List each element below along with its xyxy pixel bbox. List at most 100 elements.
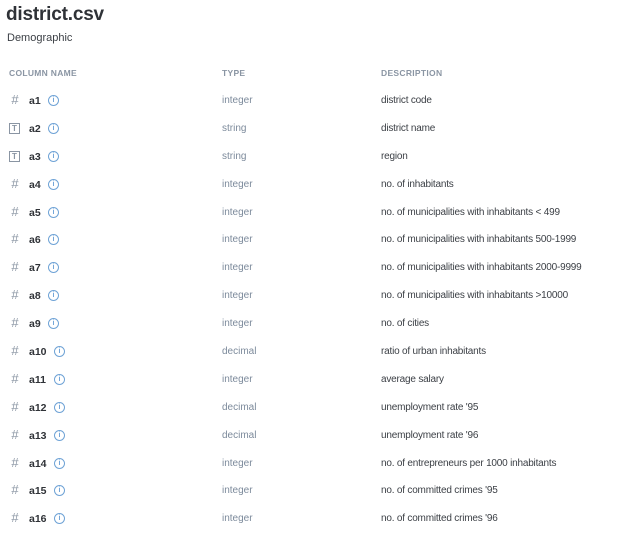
table-row: # a13 i decimal unemployment rate '96 [0,421,624,449]
column-description: no. of committed crimes '96 [381,513,498,525]
info-icon[interactable]: i [54,346,65,358]
hash-icon: # [11,454,19,470]
info-icon[interactable]: i [54,373,65,385]
column-name: a8 [29,290,41,303]
table-row: # a8 i integer no. of municipalities with in… [0,281,624,309]
hash-icon: # [11,426,19,442]
column-type: integer [222,457,253,469]
column-name: a5 [29,206,41,219]
column-description: district code [381,95,432,106]
info-icon[interactable]: i [48,290,59,302]
info-icon[interactable]: i [48,206,59,218]
column-type: integer [222,95,253,106]
table-row: # a4 i integer no. of inhabitants [0,170,624,198]
column-type: integer [222,206,253,218]
column-type: string [222,122,247,134]
column-type: integer [222,290,253,302]
table-header: COLUMN NAME TYPE DESCRIPTION [0,68,624,80]
column-description: ratio of urban inhabitants [381,346,486,358]
hash-icon: # [11,231,19,247]
info-icon[interactable]: i [48,234,59,246]
column-description: district name [381,122,436,134]
table-row: # a16 i integer no. of committed crimes '96 [0,504,624,532]
table-row: # a6 i integer no. of municipalities with in… [0,225,624,253]
info-icon[interactable]: i [54,485,65,497]
column-type: integer [222,513,253,525]
column-description: no. of inhabitants [381,178,454,190]
page-title: district.csv [6,4,104,25]
hash-icon: # [11,315,19,331]
column-name: a12 [29,401,47,414]
table-row: # a14 i integer no. of entrepreneurs per 100… [0,449,624,477]
column-description: no. of municipalities with inhabitants 2… [381,262,582,274]
column-description: no. of municipalities with inhabitants 5… [381,234,577,246]
column-type: decimal [222,401,257,413]
table-row: Ta3 i string region [0,142,624,170]
table-row: # a10 i decimal ratio of urban inhabitants [0,337,624,365]
column-description: unemployment rate '96 [381,429,479,441]
column-name: a9 [29,318,41,331]
column-name-header: COLUMN NAME [9,68,77,78]
column-type: integer [222,485,253,497]
page-subtitle: Demographic [7,32,73,44]
table-row: # a5 i integer no. of municipalities with in… [0,198,624,226]
info-icon[interactable]: i [54,513,65,525]
hash-icon: # [11,398,19,414]
info-icon[interactable]: i [48,262,59,274]
hash-icon: # [11,370,19,386]
columns-table: # a1 i integer district code Ta2 i string distri… [0,86,624,532]
column-description: no. of cities [381,318,429,330]
column-name: a10 [29,346,47,359]
column-description: no. of municipalities with inhabitants >… [381,290,568,302]
hash-icon: # [11,510,19,526]
table-row: # a11 i integer average salary [0,365,624,393]
info-icon[interactable]: i [48,95,59,106]
column-description: no. of municipalities with inhabitants <… [381,206,560,218]
column-type: decimal [222,429,257,441]
column-description: no. of entrepreneurs per 1000 inhabitant… [381,457,557,469]
column-name: a7 [29,262,41,275]
column-name: a14 [29,457,47,470]
info-icon[interactable]: i [54,429,65,441]
table-row: # a1 i integer district code [0,86,624,114]
column-name: a1 [29,95,41,107]
column-name: a2 [29,122,41,135]
type-header: TYPE [222,68,246,78]
column-name: a3 [29,150,41,163]
hash-icon: # [11,482,19,498]
table-row: Ta2 i string district name [0,114,624,142]
hash-icon: # [11,343,19,359]
column-name: a11 [29,373,46,386]
description-header: DESCRIPTION [381,68,443,78]
column-type: decimal [222,346,257,358]
info-icon[interactable]: i [48,122,59,134]
column-name: a15 [29,485,47,498]
info-icon[interactable]: i [54,457,65,469]
column-type: integer [222,373,253,385]
column-description: average salary [381,373,444,385]
text-icon: T [9,150,20,162]
info-icon[interactable]: i [48,178,59,190]
hash-icon: # [11,287,19,303]
column-type: integer [222,178,253,190]
hash-icon: # [11,259,19,275]
column-name: a6 [29,234,41,247]
column-name: a16 [29,513,47,526]
table-row: # a9 i integer no. of cities [0,309,624,337]
hash-icon: # [11,175,19,191]
info-icon[interactable]: i [48,318,59,330]
info-icon[interactable]: i [54,401,65,413]
table-row: # a15 i integer no. of committed crimes '95 [0,476,624,504]
hash-icon: # [11,92,19,107]
column-description: region [381,150,408,162]
column-type: integer [222,318,253,330]
column-name: a13 [29,429,47,442]
column-type: integer [222,262,253,274]
column-description: no. of committed crimes '95 [381,485,498,497]
hash-icon: # [11,203,19,219]
column-type: string [222,150,247,162]
table-row: # a12 i decimal unemployment rate '95 [0,393,624,421]
column-description: unemployment rate '95 [381,401,479,413]
info-icon[interactable]: i [48,150,59,162]
text-icon: T [9,122,20,134]
